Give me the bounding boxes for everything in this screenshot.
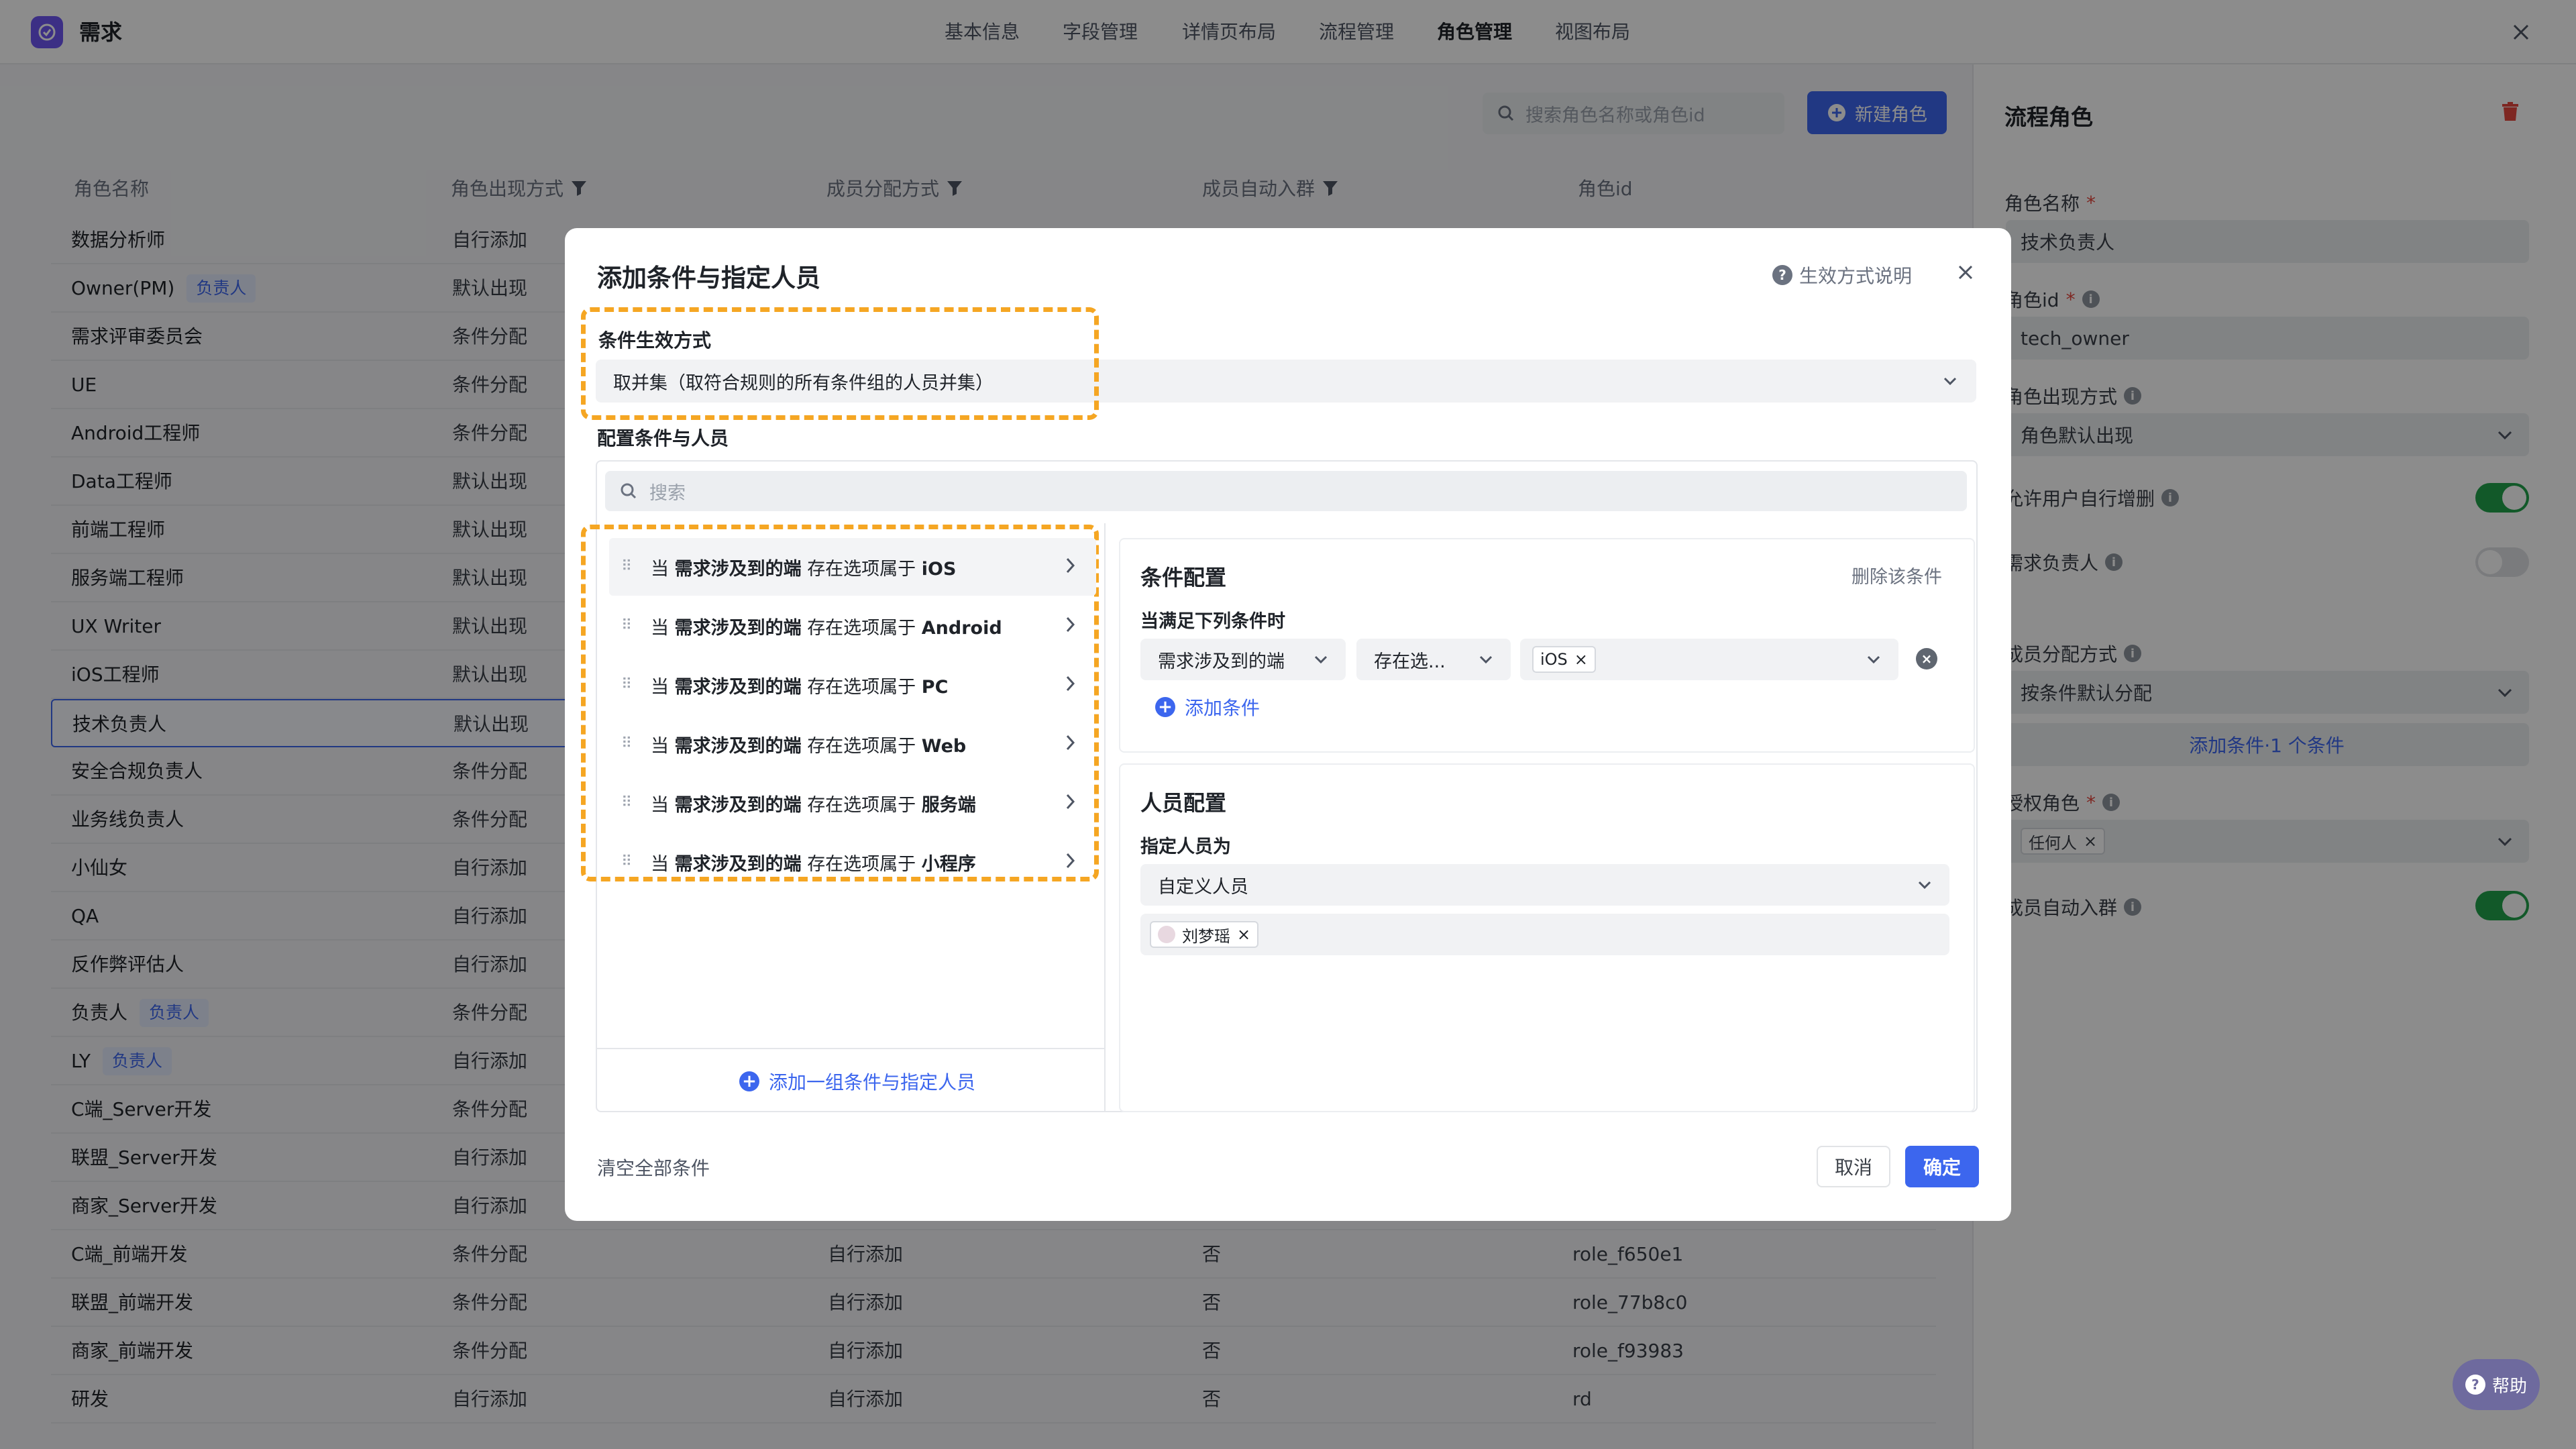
operator-select[interactable]: 存在选... (1356, 639, 1511, 680)
assign-person-select[interactable]: 自定义人员 (1140, 864, 1949, 906)
help-button[interactable]: ? 帮助 (2453, 1359, 2540, 1410)
chevron-right-icon (1066, 794, 1075, 810)
chevron-right-icon (1066, 735, 1075, 751)
field-select[interactable]: 需求涉及到的端 (1140, 639, 1346, 680)
condition-text: 当 需求涉及到的端 存在选项属于 小程序 (651, 853, 976, 875)
divider (596, 1048, 1106, 1049)
confirm-button[interactable]: 确定 (1905, 1146, 1979, 1187)
condition-item[interactable]: ⠿ 当 需求涉及到的端 存在选项属于 Web (609, 715, 1096, 773)
condition-item[interactable]: ⠿ 当 需求涉及到的端 存在选项属于 小程序 (609, 833, 1096, 891)
value-tag: iOS × (1532, 646, 1596, 673)
value-select[interactable]: iOS × (1520, 639, 1898, 680)
modal-close-icon[interactable] (1952, 259, 1979, 286)
question-icon: ? (1772, 265, 1792, 285)
when-label: 当满足下列条件时 (1140, 611, 1285, 632)
plus-circle-icon: + (1155, 697, 1175, 717)
person-tag: 刘梦瑶 × (1150, 921, 1259, 948)
chevron-right-icon (1066, 557, 1075, 574)
tag-close-icon[interactable]: × (1237, 925, 1250, 944)
avatar (1158, 926, 1175, 943)
chevron-right-icon (1066, 676, 1075, 692)
plus-circle-icon: + (739, 1071, 759, 1091)
help-icon: ? (2465, 1375, 2485, 1395)
condition-item[interactable]: ⠿ 当 需求涉及到的端 存在选项属于 服务端 (609, 774, 1096, 832)
drag-handle-icon[interactable]: ⠿ (621, 855, 635, 869)
cancel-button[interactable]: 取消 (1817, 1146, 1890, 1187)
drag-handle-icon[interactable]: ⠿ (621, 559, 635, 574)
add-condition-button[interactable]: + 添加条件 (1155, 694, 1260, 720)
modal-title: 添加条件与指定人员 (597, 264, 820, 292)
drag-handle-icon[interactable]: ⠿ (621, 619, 635, 633)
drag-handle-icon[interactable]: ⠿ (621, 737, 635, 751)
condition-text: 当 需求涉及到的端 存在选项属于 服务端 (651, 794, 976, 816)
add-group-button[interactable]: + 添加一组条件与指定人员 (739, 1068, 975, 1095)
add-condition-modal: 添加条件与指定人员 ? 生效方式说明 条件生效方式 取并集（取符合规则的所有条件组… (565, 228, 2011, 1221)
chevron-down-icon (1867, 655, 1880, 664)
delete-condition-link[interactable]: 删除该条件 (1851, 562, 1942, 588)
condition-text: 当 需求涉及到的端 存在选项属于 iOS (651, 558, 957, 580)
tag-close-icon[interactable]: × (1574, 650, 1588, 669)
chevron-right-icon (1066, 853, 1075, 869)
condition-item[interactable]: ⠿ 当 需求涉及到的端 存在选项属于 iOS (609, 538, 1096, 596)
highlight-mode-box (581, 307, 1099, 420)
assign-person-label: 指定人员为 (1140, 837, 1231, 857)
search-icon (621, 483, 637, 499)
condition-item[interactable]: ⠿ 当 需求涉及到的端 存在选项属于 PC (609, 656, 1096, 714)
condition-search-input[interactable]: 搜索 (605, 471, 1967, 511)
drag-handle-icon[interactable]: ⠿ (621, 678, 635, 692)
cond-config-title: 条件配置 (1140, 565, 1227, 590)
remove-condition-icon[interactable]: × (1916, 648, 1937, 669)
drag-handle-icon[interactable]: ⠿ (621, 796, 635, 810)
chevron-right-icon (1066, 616, 1075, 633)
config-label: 配置条件与人员 (597, 427, 729, 449)
person-picker[interactable]: 刘梦瑶 × (1140, 914, 1949, 955)
chevron-down-icon (1314, 655, 1328, 664)
condition-text: 当 需求涉及到的端 存在选项属于 Android (651, 617, 1002, 639)
chevron-down-icon (1918, 881, 1931, 890)
clear-all-button[interactable]: 清空全部条件 (597, 1154, 710, 1181)
condition-text: 当 需求涉及到的端 存在选项属于 PC (651, 676, 949, 698)
chevron-down-icon (1943, 377, 1957, 386)
condition-item[interactable]: ⠿ 当 需求涉及到的端 存在选项属于 Android (609, 597, 1096, 655)
effect-help-link[interactable]: ? 生效方式说明 (1772, 262, 1912, 288)
person-config-title: 人员配置 (1140, 790, 1227, 816)
chevron-down-icon (1479, 655, 1493, 664)
condition-text: 当 需求涉及到的端 存在选项属于 Web (651, 735, 967, 757)
